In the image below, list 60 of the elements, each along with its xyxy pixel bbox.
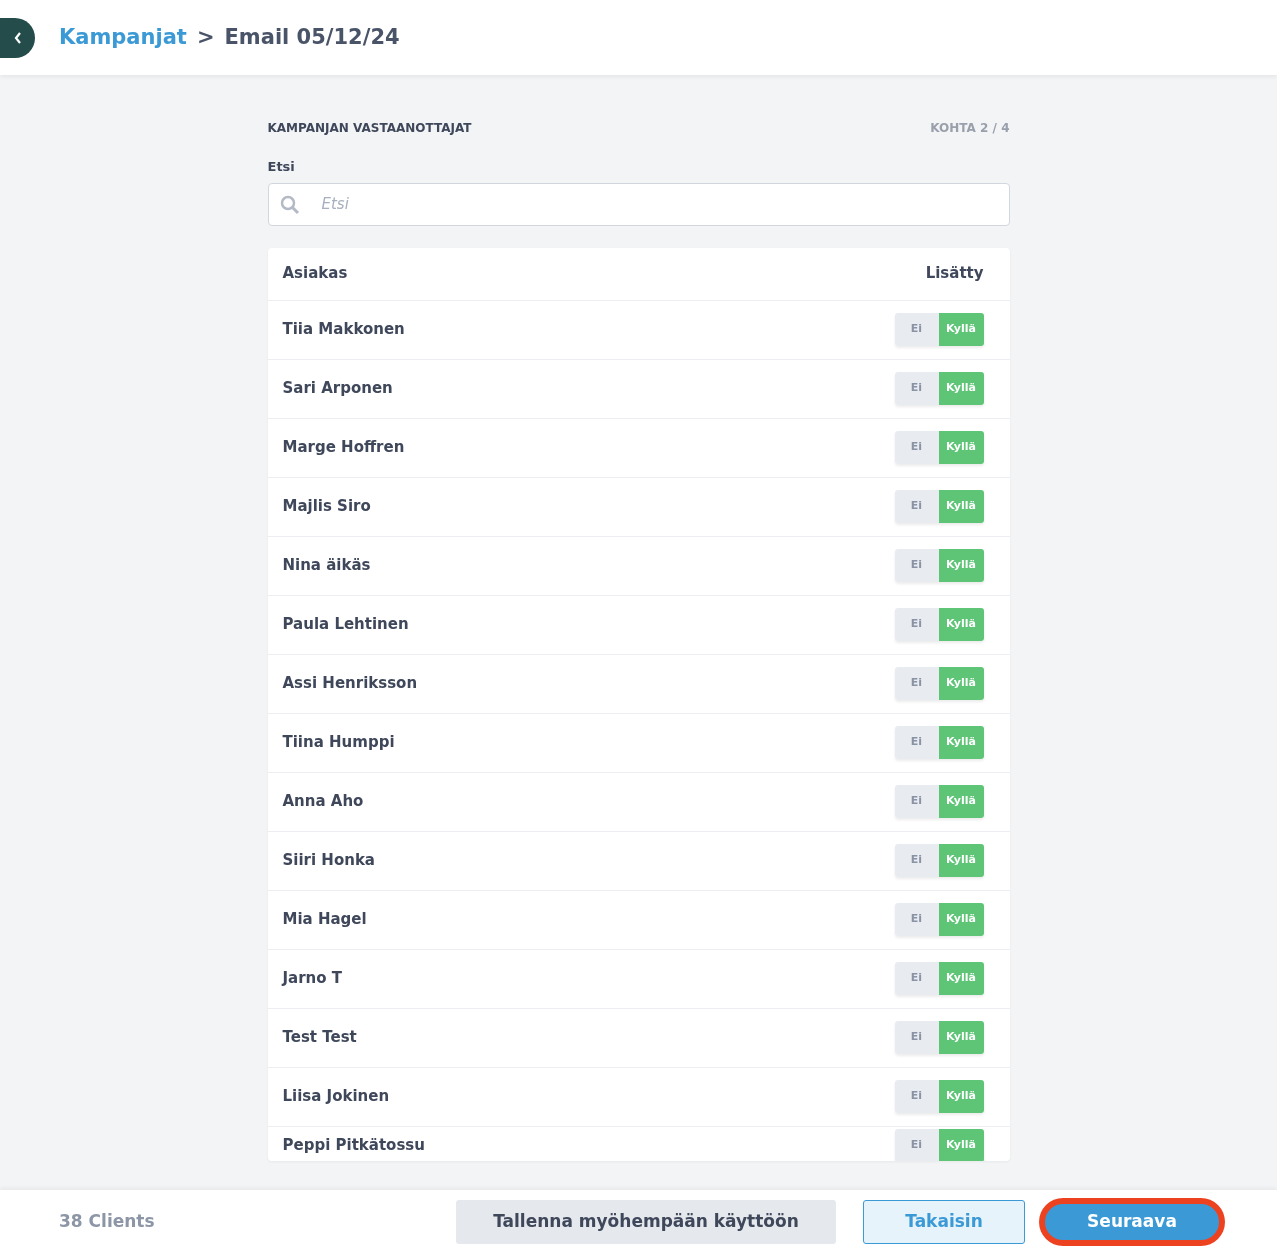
toggle-option[interactable]: Kyllä: [938, 1021, 984, 1054]
client-name: Tiia Makkonen: [282, 319, 405, 341]
toggle-option[interactable]: Kyllä: [938, 903, 984, 936]
client-name: Peppi Pitkätossu: [282, 1135, 425, 1157]
toggle-option[interactable]: Ei: [894, 726, 939, 759]
back-button[interactable]: [0, 17, 35, 58]
column-header: Asiakas: [282, 263, 348, 285]
section-title: KAMPANJAN VASTAANOTTAJAT: [267, 120, 472, 137]
client-name: Siiri Honka: [282, 850, 375, 872]
toggle-option[interactable]: Ei: [894, 490, 939, 523]
breadcrumb-link[interactable]: Kampanjat: [59, 21, 187, 54]
client-name: Test Test: [282, 1027, 357, 1049]
toggle-option[interactable]: Kyllä: [938, 667, 984, 700]
client-name: Marge Hoffren: [282, 437, 405, 459]
toggle-option[interactable]: Kyllä: [938, 1080, 984, 1113]
toggle-option[interactable]: Kyllä: [938, 785, 984, 818]
column-header: Lisätty: [925, 263, 984, 285]
toggle-option[interactable]: Kyllä: [938, 962, 984, 995]
toggle-option[interactable]: Ei: [894, 313, 939, 346]
search-icon: [279, 194, 300, 215]
client-name: Nina äikäs: [282, 555, 371, 577]
search-label: Etsi: [267, 158, 296, 176]
client-name: Tiina Humppi: [282, 732, 395, 754]
toggle-option[interactable]: Ei: [894, 667, 939, 700]
toggle-option[interactable]: Ei: [894, 608, 939, 641]
toggle-option[interactable]: Kyllä: [938, 490, 984, 523]
client-name: Jarno T: [282, 968, 343, 990]
toggle-option[interactable]: Ei: [894, 431, 939, 464]
client-name: Liisa Jokinen: [282, 1086, 390, 1108]
toggle-option[interactable]: Ei: [894, 1021, 939, 1054]
chevron-left-icon: [13, 31, 22, 44]
page-title: Email 05/12/24: [224, 23, 400, 51]
toggle-option[interactable]: Ei: [894, 785, 939, 818]
toggle-option[interactable]: Kyllä: [938, 313, 984, 346]
client-name: Assi Henriksson: [282, 673, 418, 695]
toggle-option[interactable]: Kyllä: [938, 726, 984, 759]
client-name: Anna Aho: [282, 791, 364, 813]
footer-button[interactable]: Tallenna myöhempään käyttöön: [456, 1200, 836, 1244]
toggle-option[interactable]: Ei: [894, 372, 939, 405]
toggle-option[interactable]: Kyllä: [938, 372, 984, 405]
toggle-option[interactable]: Ei: [894, 549, 939, 582]
footer-button[interactable]: Takaisin: [863, 1200, 1025, 1244]
toggle-option[interactable]: Kyllä: [938, 844, 984, 877]
toggle-option[interactable]: Kyllä: [938, 1129, 984, 1161]
client-name: Majlis Siro: [282, 496, 371, 518]
client-name: Sari Arponen: [282, 378, 393, 400]
breadcrumb-separator: >: [196, 23, 215, 51]
toggle-option[interactable]: Kyllä: [938, 608, 984, 641]
toggle-option[interactable]: Ei: [894, 903, 939, 936]
toggle-option[interactable]: Ei: [894, 1080, 939, 1113]
toggle-option[interactable]: Kyllä: [938, 431, 984, 464]
toggle-option[interactable]: Ei: [894, 962, 939, 995]
client-count: 38 Clients: [59, 1210, 155, 1234]
client-name: Paula Lehtinen: [282, 614, 409, 636]
client-name: Mia Hagel: [282, 909, 367, 931]
toggle-option[interactable]: Ei: [894, 1129, 939, 1161]
toggle-option[interactable]: Ei: [894, 844, 939, 877]
toggle-option[interactable]: Kyllä: [938, 549, 984, 582]
step-indicator: KOHTA 2 / 4: [930, 120, 1010, 137]
search-field[interactable]: Etsi: [267, 182, 1010, 226]
